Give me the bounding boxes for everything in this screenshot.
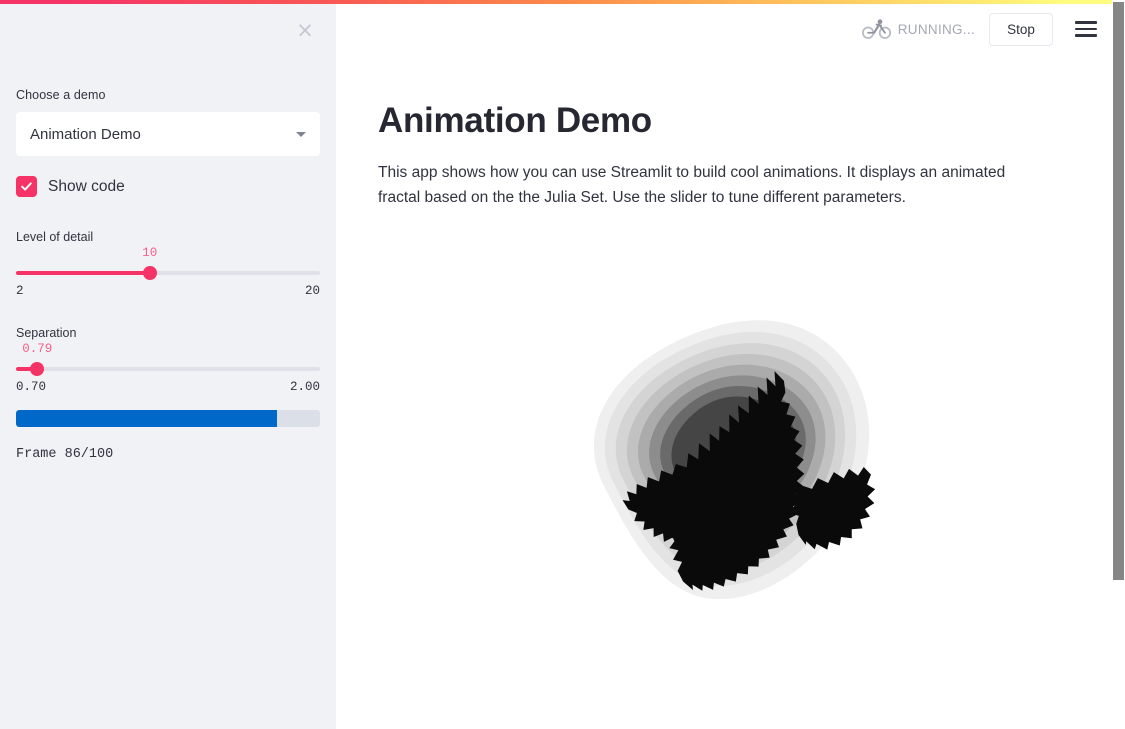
slider-track[interactable] [16,362,320,376]
app-status-toolbar: RUNNING... Stop [860,12,1103,46]
slider-track[interactable] [16,266,320,280]
streamlit-app-window: × Choose a demo Animation Demo Show code… [0,0,1125,729]
slider-max-label: 2.00 [289,380,320,394]
burger-line [1075,27,1097,31]
slider-min-label: 2 [16,284,24,298]
hamburger-menu-icon[interactable] [1069,12,1103,46]
frame-progress-bar [16,410,320,427]
slider-range-labels: 2 20 [16,284,320,298]
show-code-checkbox[interactable]: Show code [16,176,125,197]
slider-level-of-detail: Level of detail 10 2 20 [16,228,320,298]
demo-select-value: Animation Demo [30,125,141,143]
slider-separation: Separation 0.79 0.70 2.00 [16,324,320,394]
slider-title: Separation [16,326,77,340]
page-description: This app shows how you can use Streamlit… [378,164,1006,207]
slider-fill [16,271,150,275]
sidebar: × Choose a demo Animation Demo Show code… [0,0,336,729]
check-icon [21,182,32,191]
show-code-label: Show code [48,177,125,195]
checkbox-box [16,176,37,197]
slider-track-bg [16,367,320,371]
julia-set-fractal [378,240,1082,680]
top-gradient-bar [0,0,1125,4]
slider-thumb[interactable] [142,266,157,280]
running-status-text: RUNNING... [897,21,975,37]
frame-counter-text: Frame 86/100 [16,447,114,462]
close-sidebar-icon[interactable]: × [292,17,318,43]
fractal-image [593,320,876,600]
stop-button[interactable]: Stop [989,12,1053,46]
slider-range-labels: 0.70 2.00 [16,380,320,394]
page-title: Animation Demo [378,101,652,140]
close-icon-glyph: × [296,17,314,42]
burger-line [1075,34,1097,37]
slider-value: 10 [142,246,158,260]
main-content: RUNNING... Stop Animation Demo This app … [336,0,1125,729]
slider-max-label: 20 [304,284,320,298]
page-scrollbar-thumb[interactable] [1113,2,1124,580]
burger-line [1075,21,1097,24]
slider-thumb[interactable] [30,362,45,376]
chevron-down-icon [296,131,306,137]
slider-min-label: 0.70 [16,380,47,394]
slider-value: 0.79 [22,342,53,356]
progress-fill [16,410,278,427]
demo-select[interactable]: Animation Demo [16,112,320,156]
choose-demo-label: Choose a demo [16,88,106,102]
slider-title: Level of detail [16,230,94,244]
bicycle-icon [860,14,894,44]
